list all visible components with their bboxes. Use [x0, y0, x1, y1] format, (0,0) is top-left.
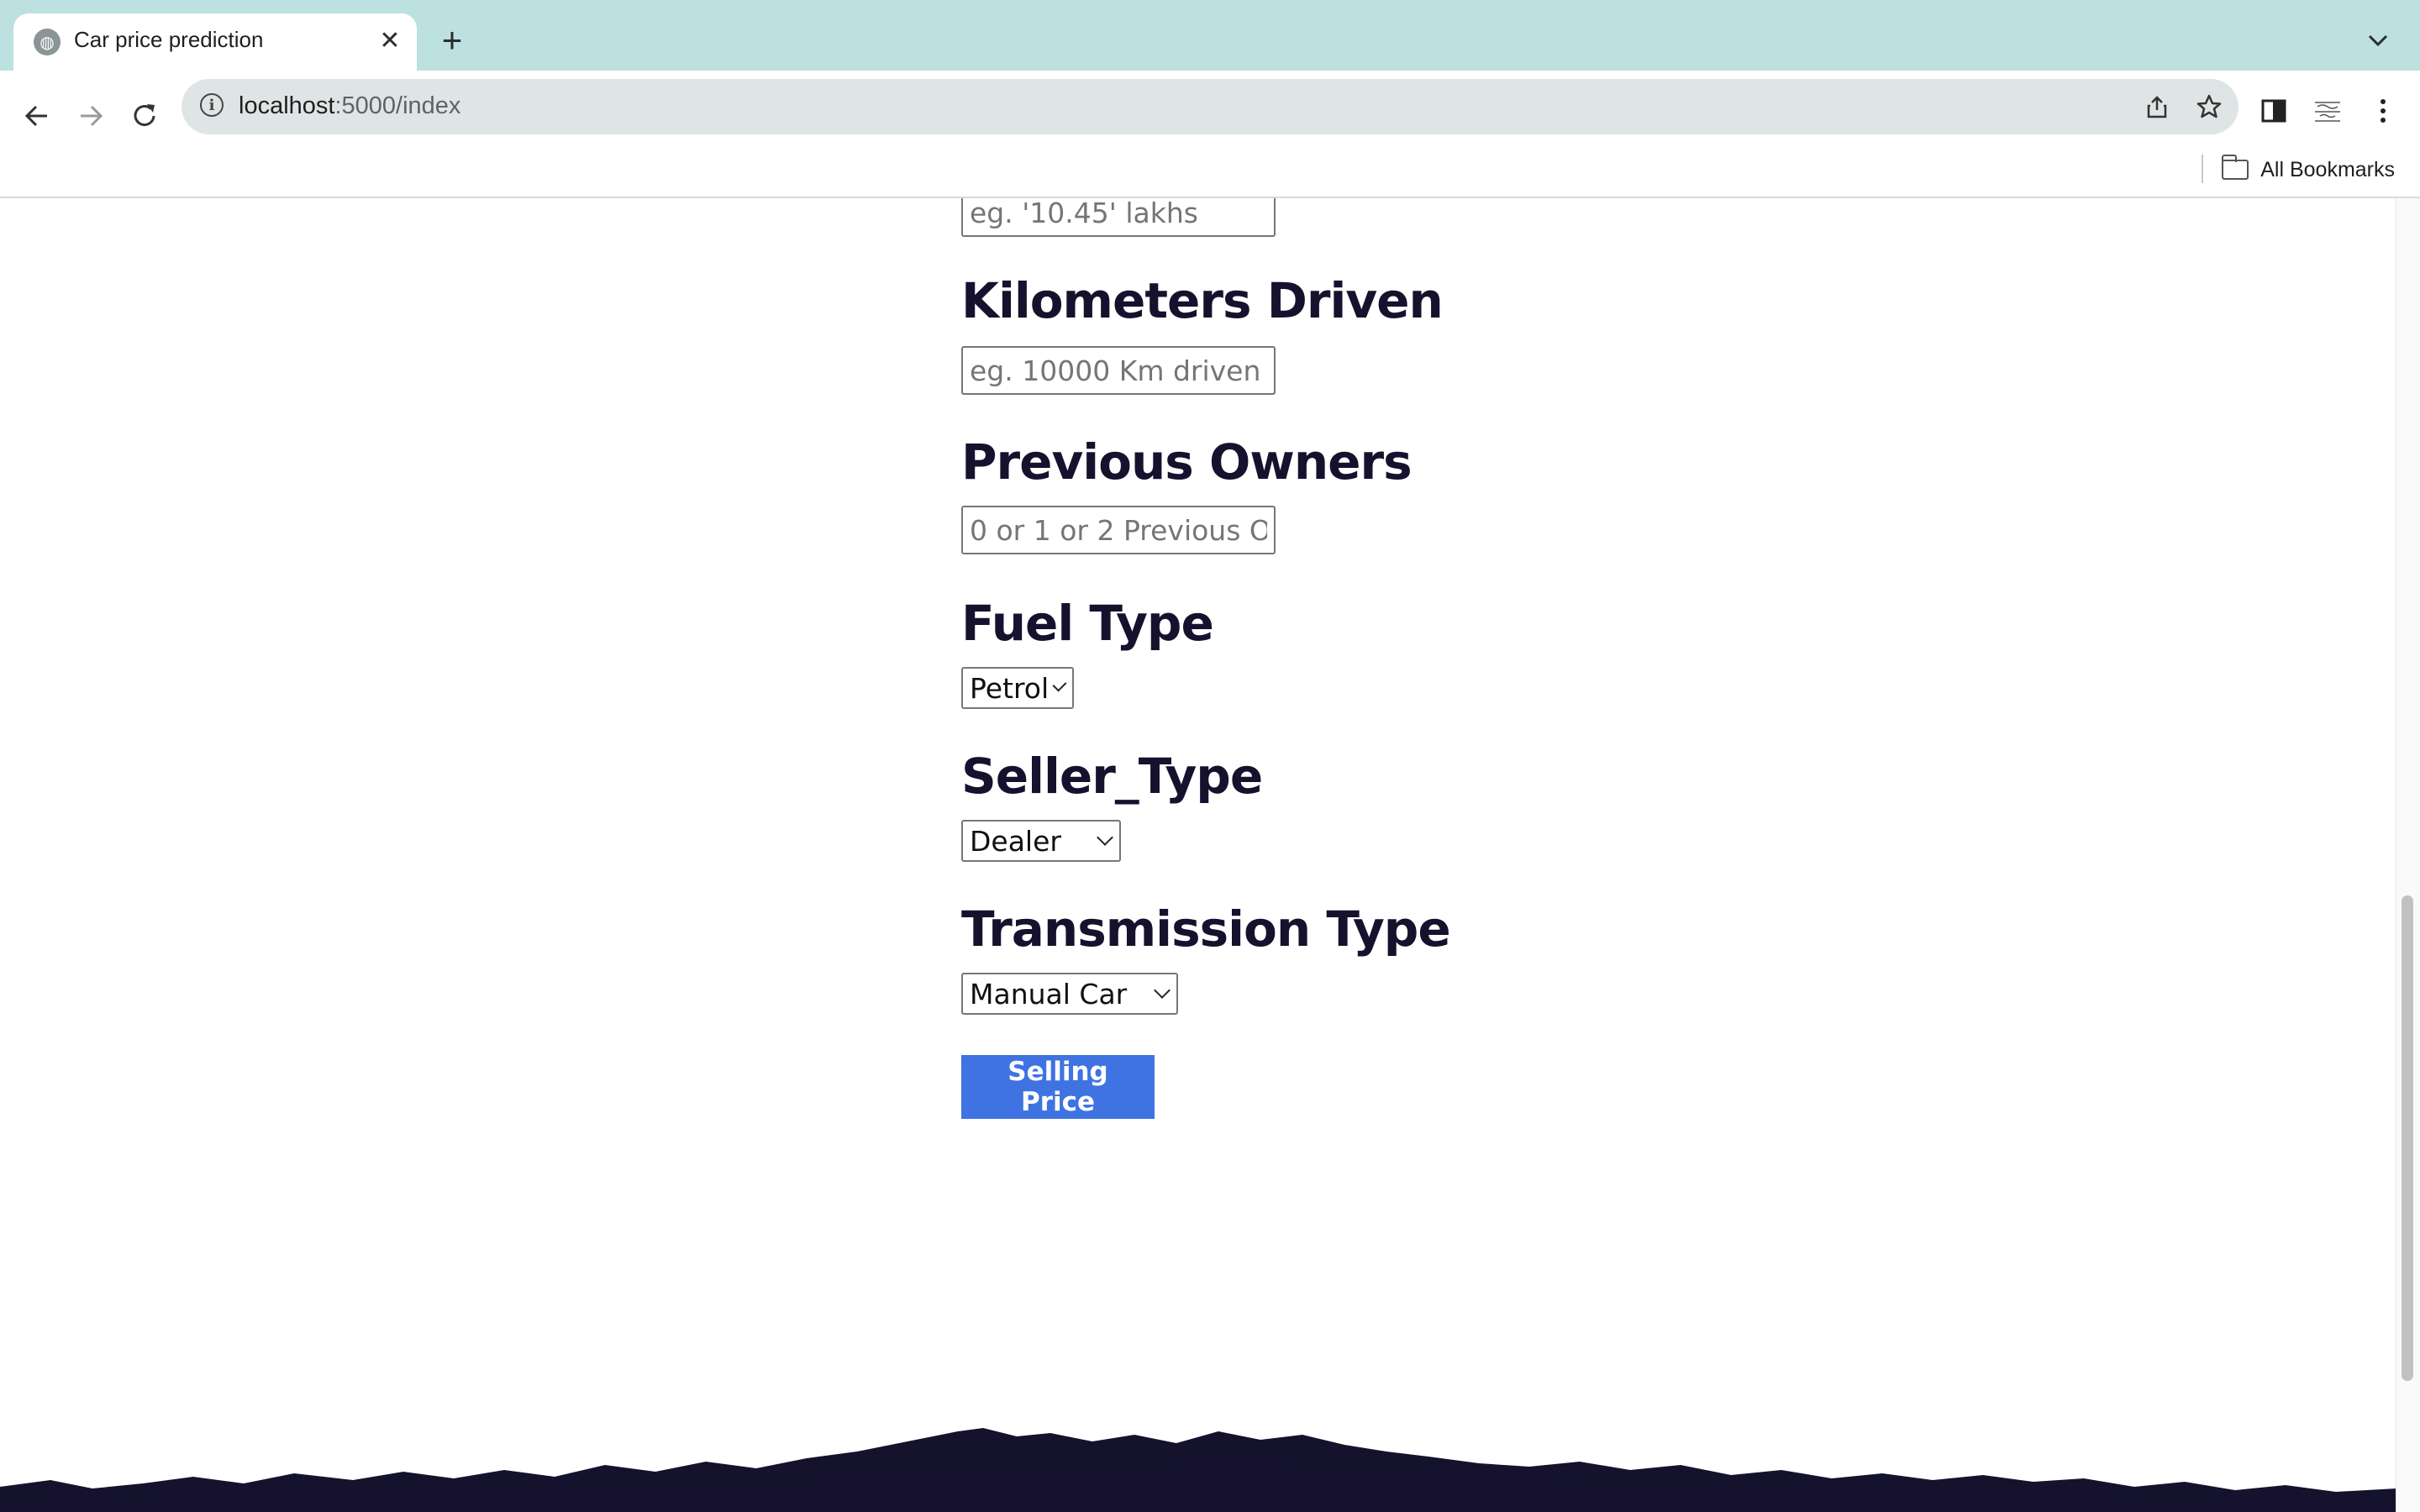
browser-tab[interactable]: ◍ Car price prediction ✕	[13, 13, 417, 71]
info-icon[interactable]: i	[200, 93, 224, 117]
forward-button[interactable]	[66, 91, 116, 141]
back-arrow-icon	[24, 105, 47, 127]
reload-button[interactable]	[119, 91, 170, 141]
chevron-down-icon	[1052, 677, 1067, 692]
transmission-type-value: Manual Car	[970, 977, 1128, 1011]
new-tab-button[interactable]: +	[430, 18, 474, 62]
back-button[interactable]	[12, 91, 62, 141]
kms-driven-label: Kilometers Driven	[961, 272, 1444, 329]
previous-owners-label: Previous Owners	[961, 433, 1413, 491]
side-panel-icon	[2261, 99, 2286, 123]
browser-menu-button[interactable]	[2358, 86, 2408, 136]
plus-icon: +	[441, 20, 463, 60]
globe-icon: ◍	[34, 29, 60, 55]
kms-driven-input[interactable]	[961, 346, 1276, 395]
transmission-type-select[interactable]: Manual Car	[961, 973, 1178, 1015]
share-button[interactable]	[2138, 87, 2176, 126]
kebab-menu-icon	[2381, 99, 2386, 123]
bookmarks-bar: All Bookmarks	[0, 143, 2420, 197]
seller-type-select[interactable]: Dealer	[961, 820, 1121, 862]
profile-button[interactable]	[2302, 86, 2353, 136]
all-bookmarks-button[interactable]: All Bookmarks	[2221, 155, 2395, 185]
chevron-down-icon	[1097, 829, 1113, 846]
close-icon: ✕	[379, 26, 401, 55]
forward-arrow-icon	[81, 105, 103, 127]
address-bar[interactable]: i localhost:5000/index	[182, 79, 2238, 134]
tab-strip: ◍ Car price prediction ✕ +	[0, 0, 2420, 71]
side-panel-button[interactable]	[2249, 86, 2299, 136]
bookmarks-divider	[2202, 155, 2203, 183]
page-viewport: Kilometers Driven Previous Owners Fuel T…	[0, 198, 2420, 1512]
seller-type-label: Seller_Type	[961, 748, 1263, 805]
selling-price-button[interactable]: Selling Price	[961, 1055, 1155, 1119]
price-lakhs-input[interactable]	[961, 198, 1276, 237]
mountain-silhouette	[0, 1428, 2396, 1512]
fuel-type-label: Fuel Type	[961, 595, 1214, 652]
star-icon	[2196, 94, 2222, 118]
seller-type-value: Dealer	[970, 824, 1061, 858]
browser-toolbar: i localhost:5000/index All Bookmarks	[0, 71, 2420, 198]
bookmark-star-button[interactable]	[2190, 87, 2228, 126]
folder-icon	[2221, 155, 2249, 180]
reload-icon	[134, 104, 155, 127]
chevron-down-icon	[1154, 982, 1171, 999]
tab-title: Car price prediction	[74, 27, 264, 52]
profile-signature-icon	[2315, 102, 2340, 122]
fuel-type-select[interactable]: Petrol	[961, 667, 1074, 709]
tab-search-button[interactable]	[2356, 18, 2400, 62]
fuel-type-value: Petrol	[970, 671, 1050, 705]
close-tab-button[interactable]: ✕	[371, 22, 408, 59]
chevron-down-icon	[2368, 34, 2388, 47]
all-bookmarks-label: All Bookmarks	[2260, 157, 2395, 181]
previous-owners-input[interactable]	[961, 506, 1276, 554]
share-icon	[2147, 96, 2167, 118]
transmission-type-label: Transmission Type	[961, 900, 1451, 958]
page-scrollbar[interactable]	[2396, 198, 2420, 1512]
url-text: localhost:5000/index	[239, 92, 461, 119]
scrollbar-thumb[interactable]	[2402, 895, 2413, 1381]
